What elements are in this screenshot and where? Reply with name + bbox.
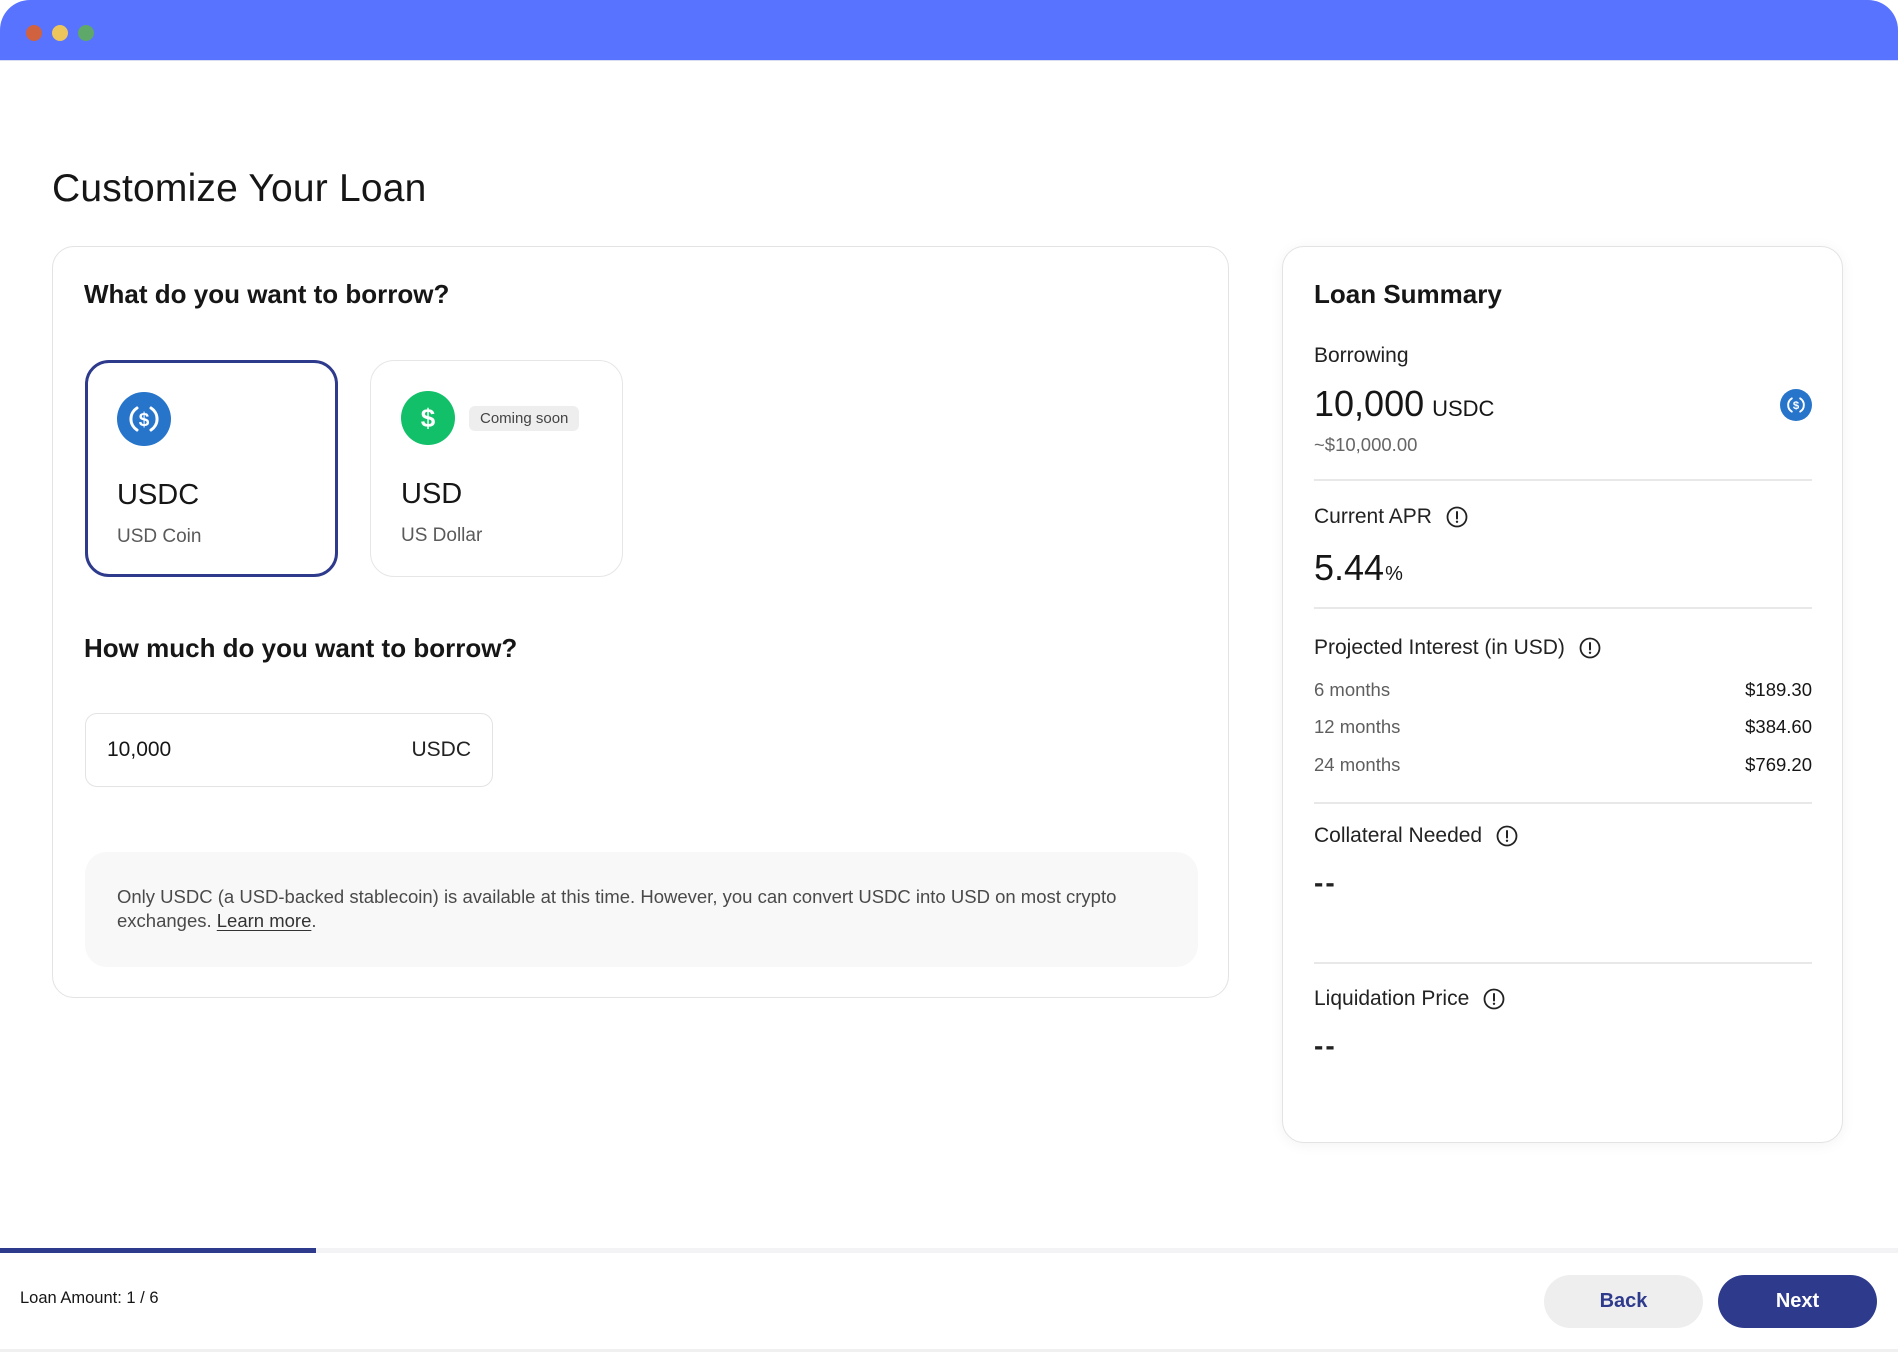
- page-title: Customize Your Loan: [52, 167, 427, 210]
- interest-term: 6 months: [1314, 679, 1391, 700]
- alert-circle-icon[interactable]: [1579, 637, 1601, 659]
- step-progress-fill: [0, 1248, 317, 1253]
- borrowing-label-text: Borrowing: [1314, 344, 1409, 367]
- svg-text:$: $: [1793, 400, 1800, 412]
- amount-field[interactable]: USDC: [85, 713, 493, 787]
- summary-divider: [1314, 962, 1812, 964]
- borrowing-amount-value: 10,000: [1314, 383, 1425, 424]
- step-indicator: Loan Amount: 1 / 6: [20, 1289, 159, 1307]
- coming-soon-badge: Coming soon: [469, 406, 580, 431]
- summary-divider: [1314, 479, 1812, 481]
- collateral-label: Collateral Needed: [1314, 824, 1518, 848]
- collateral-value: --: [1314, 867, 1337, 898]
- apr-label: Current APR: [1314, 505, 1468, 529]
- window-close-button[interactable]: [26, 25, 42, 41]
- projected-interest-label-text: Projected Interest (in USD): [1314, 636, 1565, 659]
- interest-term: 24 months: [1314, 754, 1401, 775]
- amount-unit-label: USDC: [411, 738, 471, 761]
- apr-label-text: Current APR: [1314, 505, 1432, 528]
- liquidation-label: Liquidation Price: [1314, 987, 1505, 1011]
- amount-input[interactable]: [107, 738, 357, 762]
- svg-text:$: $: [139, 410, 150, 431]
- next-button[interactable]: Next: [1718, 1275, 1877, 1328]
- loan-summary-title: Loan Summary: [1314, 279, 1502, 309]
- summary-divider: [1314, 802, 1812, 804]
- asset-symbol: USD: [401, 478, 463, 510]
- apr-value-number: 5.44: [1314, 547, 1385, 588]
- alert-circle-icon[interactable]: [1483, 988, 1505, 1010]
- collateral-label-text: Collateral Needed: [1314, 824, 1483, 847]
- borrow-form-card: What do you want to borrow? $ USDC USD C…: [52, 246, 1229, 998]
- loan-summary-card: Loan Summary Borrowing 10,000 USDC $ ~$1…: [1282, 246, 1843, 1143]
- borrowing-amount-unit: USDC: [1432, 396, 1495, 421]
- asset-option-usdc[interactable]: $ USDC USD Coin: [85, 360, 338, 577]
- asset-symbol: USDC: [117, 479, 200, 511]
- borrowing-amount: 10,000 USDC: [1314, 383, 1494, 425]
- interest-amount: $769.20: [1745, 754, 1812, 775]
- asset-question-heading: What do you want to borrow?: [84, 279, 450, 309]
- projected-interest-label: Projected Interest (in USD): [1314, 636, 1601, 660]
- step-progress-bar: [0, 1248, 1898, 1253]
- borrowing-usd-equivalent: ~$10,000.00: [1314, 434, 1418, 455]
- window-title-bar: [0, 0, 1898, 61]
- asset-full-name: USD Coin: [117, 526, 202, 547]
- asset-full-name: US Dollar: [401, 525, 483, 546]
- amount-question-heading: How much do you want to borrow?: [84, 633, 518, 663]
- usdc-icon: $: [1780, 389, 1812, 421]
- summary-divider: [1314, 607, 1812, 609]
- window-minimize-button[interactable]: [52, 25, 68, 41]
- window-maximize-button[interactable]: [78, 25, 94, 41]
- info-notice-suffix: .: [311, 910, 317, 931]
- apr-value: 5.44 %: [1314, 547, 1403, 589]
- interest-row: 24 months $769.20: [1314, 754, 1812, 776]
- asset-option-usd[interactable]: $ Coming soon USD US Dollar: [370, 360, 623, 577]
- back-button[interactable]: Back: [1544, 1275, 1703, 1328]
- interest-amount: $384.60: [1745, 716, 1812, 737]
- learn-more-link[interactable]: Learn more: [217, 910, 312, 931]
- interest-row: 6 months $189.30: [1314, 679, 1812, 701]
- dollar-icon: $: [401, 391, 455, 445]
- info-notice: Only USDC (a USD-backed stablecoin) is a…: [85, 852, 1198, 967]
- usdc-icon: $: [117, 392, 171, 446]
- interest-amount: $189.30: [1745, 679, 1812, 700]
- liquidation-value: --: [1314, 1030, 1337, 1061]
- alert-circle-icon[interactable]: [1446, 506, 1468, 528]
- interest-term: 12 months: [1314, 716, 1401, 737]
- apr-value-unit: %: [1385, 563, 1403, 585]
- interest-row: 12 months $384.60: [1314, 716, 1812, 738]
- alert-circle-icon[interactable]: [1496, 825, 1518, 847]
- liquidation-label-text: Liquidation Price: [1314, 987, 1470, 1010]
- borrowing-label: Borrowing: [1314, 344, 1409, 368]
